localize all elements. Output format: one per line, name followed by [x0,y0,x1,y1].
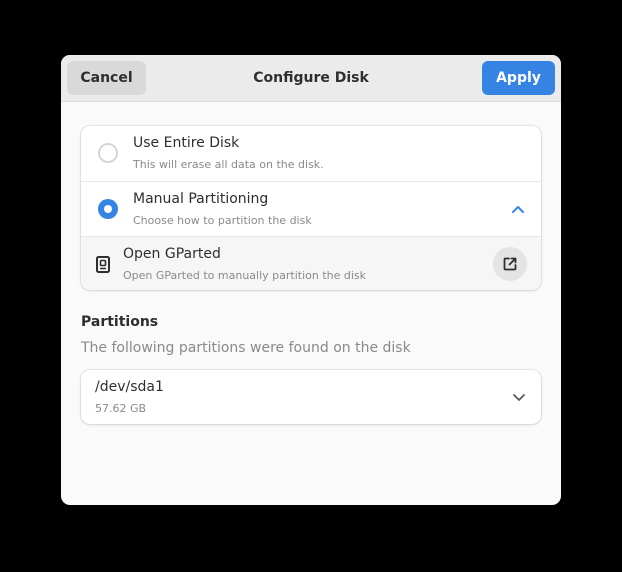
dialog-title: Configure Disk [253,70,369,86]
header-bar: Cancel Configure Disk Apply [61,55,561,102]
open-gparted-button[interactable] [493,247,527,281]
option-subtitle: This will erase all data on the disk. [133,158,324,171]
chevron-down-icon[interactable] [512,390,526,404]
cancel-button[interactable]: Cancel [67,61,146,95]
option-title: Use Entire Disk [133,135,240,151]
partition-size: 57.62 GB [95,402,147,415]
document-icon [96,256,110,273]
gparted-title: Open GParted [123,246,221,262]
partitions-description: The following partitions were found on t… [81,340,411,356]
apply-button[interactable]: Apply [482,61,555,95]
option-manual-partitioning[interactable]: Manual Partitioning Choose how to partit… [81,181,541,236]
partition-name: /dev/sda1 [95,379,164,395]
partitions-heading: Partitions [81,314,159,330]
manual-partitioning-radio[interactable] [98,199,118,219]
use-entire-disk-radio[interactable] [98,143,118,163]
option-subtitle: Choose how to partition the disk [133,214,312,227]
partitioning-options: Use Entire Disk This will erase all data… [81,126,541,290]
external-link-icon [503,257,517,271]
option-use-entire-disk[interactable]: Use Entire Disk This will erase all data… [81,126,541,181]
open-gparted-row: Open GParted Open GParted to manually pa… [81,236,541,290]
partition-item-sda1[interactable]: /dev/sda1 57.62 GB [81,370,541,424]
option-title: Manual Partitioning [133,191,269,207]
chevron-up-icon[interactable] [511,202,525,216]
gparted-subtitle: Open GParted to manually partition the d… [123,269,367,282]
configure-disk-dialog: Cancel Configure Disk Apply Use Entire D… [61,55,561,505]
